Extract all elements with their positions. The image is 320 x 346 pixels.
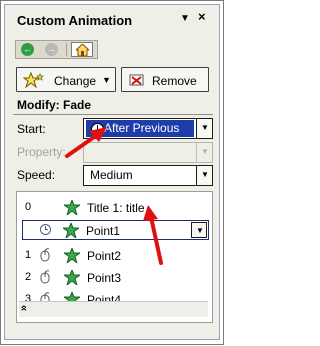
chevron-down-icon: ▼: [201, 123, 209, 132]
start-dropdown-arrow[interactable]: ▼: [196, 119, 212, 138]
chevron-down-icon: ▼: [201, 147, 209, 156]
star-effect-icon: [64, 270, 80, 285]
modify-heading: Modify: Fade: [17, 98, 91, 112]
close-icon[interactable]: ×: [198, 10, 206, 23]
animation-name: Point1: [86, 224, 121, 238]
expand-chevron-icon: »: [18, 306, 31, 312]
animation-number: 2: [25, 271, 32, 283]
expand-contents-button[interactable]: »: [18, 301, 208, 317]
home-button[interactable]: [71, 42, 93, 57]
chevron-down-icon: ▼: [201, 170, 209, 179]
pane-titlebar: Custom Animation ▼ ×: [5, 5, 219, 33]
property-label: Property:: [17, 145, 66, 159]
mouse-click-icon: [40, 248, 50, 262]
speed-label: Speed:: [17, 168, 56, 182]
forward-arrow-icon: →: [45, 43, 58, 56]
animation-order-list[interactable]: 0 Title 1: title Point1 ▼ 1 Point2 2 Poi…: [16, 191, 213, 323]
pane-navigation-bar: ← →: [15, 40, 98, 59]
list-item[interactable]: 1 Point2: [17, 244, 212, 266]
pane-title: Custom Animation: [17, 13, 133, 28]
custom-animation-pane: Custom Animation ▼ × ← → Change ▼ Remove…: [0, 0, 224, 345]
star-effect-icon: [64, 200, 80, 215]
pane-menu-dropdown-icon[interactable]: ▼: [180, 14, 190, 24]
list-item[interactable]: 2 Point3: [17, 266, 212, 288]
remove-effect-button[interactable]: Remove: [121, 67, 209, 92]
clock-icon: [40, 224, 51, 235]
animation-number: 1: [25, 249, 32, 261]
star-effect-icon: [63, 223, 79, 238]
clock-icon: [91, 123, 104, 136]
start-value-text: After Previous: [104, 121, 180, 135]
property-dropdown: ▼: [83, 142, 213, 163]
speed-value: Medium: [90, 168, 133, 182]
forward-button[interactable]: →: [42, 42, 62, 57]
nav-divider: [66, 43, 67, 56]
speed-dropdown-arrow[interactable]: ▼: [196, 166, 212, 185]
divider: [13, 114, 213, 115]
home-icon: [76, 44, 89, 56]
list-item[interactable]: 0 Title 1: title: [17, 196, 212, 218]
back-arrow-icon: ←: [21, 43, 34, 56]
property-value: [87, 144, 94, 161]
start-label: Start:: [17, 122, 46, 136]
back-button[interactable]: ←: [18, 42, 38, 57]
star-effect-icon: [64, 248, 80, 263]
speed-dropdown[interactable]: Medium ▼: [83, 165, 213, 186]
remove-effect-icon: [129, 74, 144, 86]
animation-name: Point3: [87, 271, 122, 285]
pane-body: Custom Animation ▼ × ← → Change ▼ Remove…: [4, 4, 220, 340]
chevron-down-icon: ▼: [196, 226, 204, 235]
remove-button-label: Remove: [152, 74, 197, 88]
start-dropdown[interactable]: After Previous ▼: [83, 118, 213, 139]
animation-name: Point2: [87, 249, 122, 263]
animation-name: Title 1: title: [87, 201, 145, 215]
star-effect-icon: [23, 72, 44, 88]
animation-number: 0: [25, 201, 32, 213]
change-effect-button[interactable]: Change ▼: [16, 67, 116, 92]
property-dropdown-arrow: ▼: [196, 143, 212, 162]
mouse-click-icon: [40, 270, 50, 284]
item-options-dropdown[interactable]: ▼: [191, 222, 207, 238]
chevron-down-icon: ▼: [102, 75, 111, 85]
start-selected-value: After Previous: [86, 120, 194, 137]
change-button-label: Change: [54, 74, 97, 88]
list-item-selected[interactable]: Point1 ▼: [22, 220, 209, 240]
